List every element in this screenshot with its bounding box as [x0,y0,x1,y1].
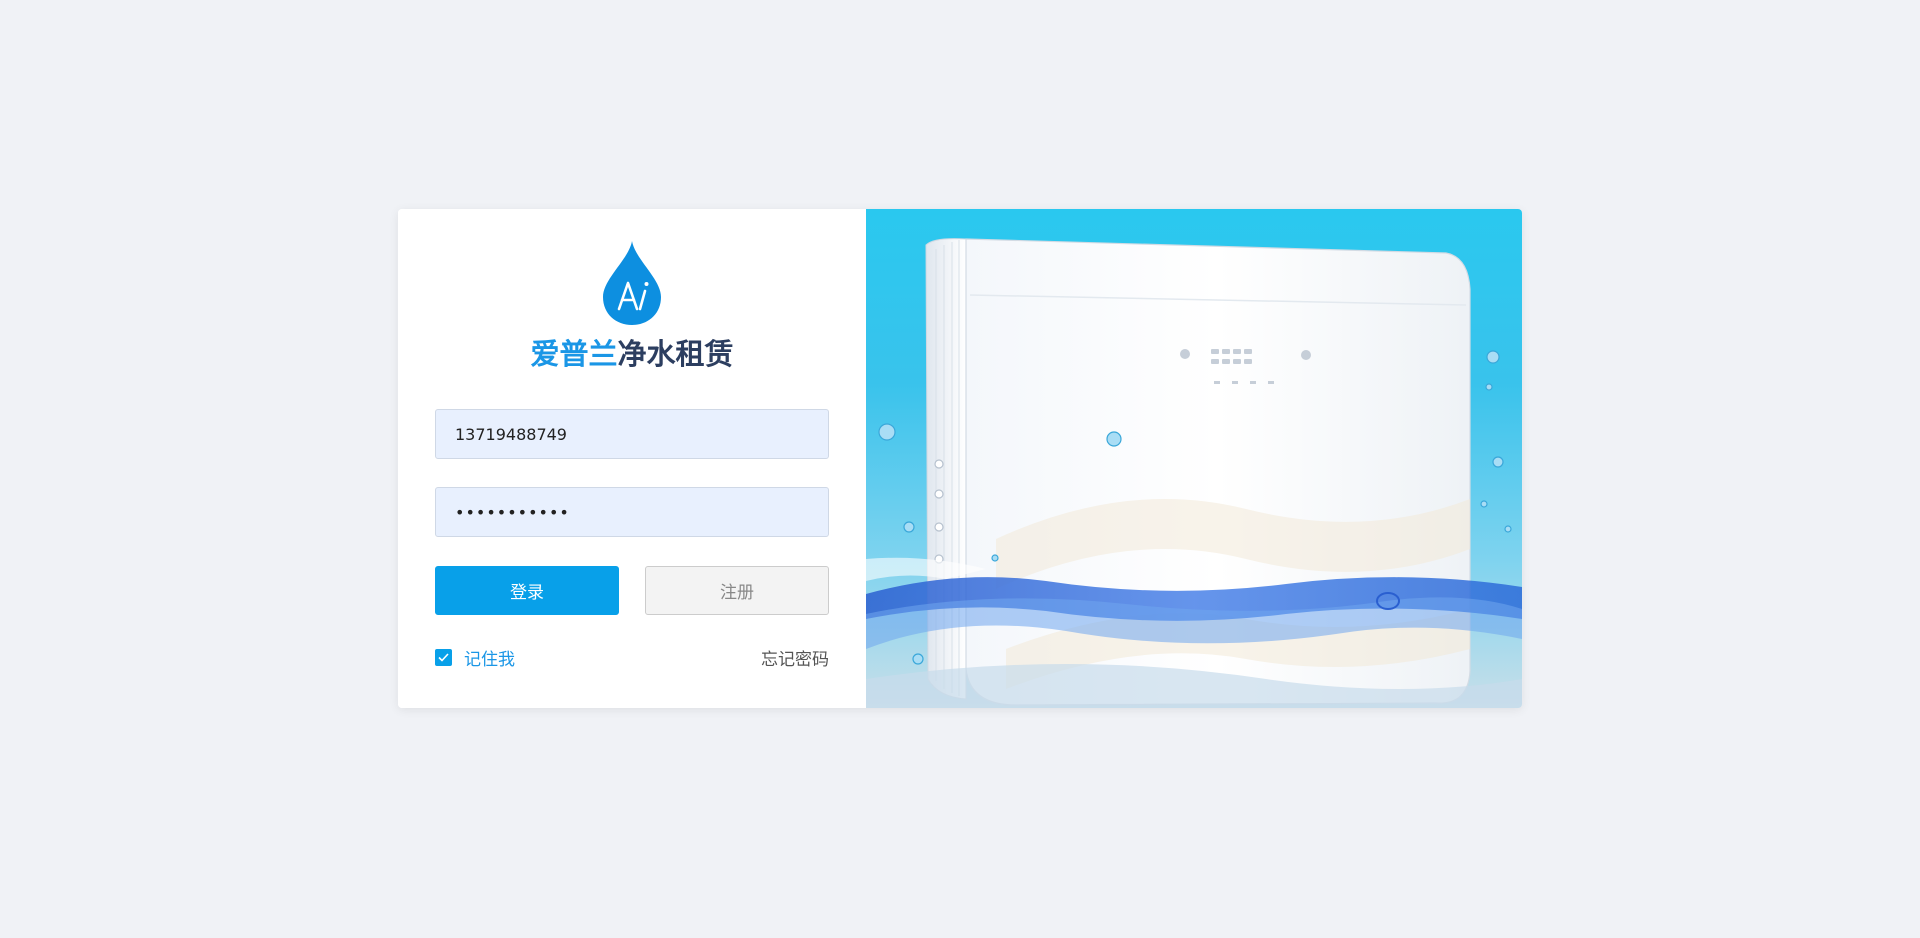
username-input[interactable] [435,409,829,459]
password-input[interactable] [435,487,829,537]
login-card: 爱普兰净水租赁 登录 注册 记住我 忘记密码 [398,209,1522,708]
login-panel: 爱普兰净水租赁 登录 注册 记住我 忘记密码 [398,209,866,708]
remember-me-label: 记住我 [464,650,515,670]
checkbox-checked-icon[interactable] [435,649,452,666]
login-button[interactable]: 登录 [435,566,619,615]
remember-me[interactable]: 记住我 [435,645,515,670]
hero-image [866,209,1522,708]
water-drop-icon [603,241,661,325]
brand-name: 爱普兰 [530,337,618,371]
brand-subtitle: 净水租赁 [617,337,734,371]
water-purifier-illustration [866,238,1522,708]
forgot-password-link[interactable]: 忘记密码 [761,645,829,670]
brand-title: 爱普兰净水租赁 [530,336,733,372]
logo: 爱普兰净水租赁 [398,239,866,372]
register-button[interactable]: 注册 [645,566,829,615]
